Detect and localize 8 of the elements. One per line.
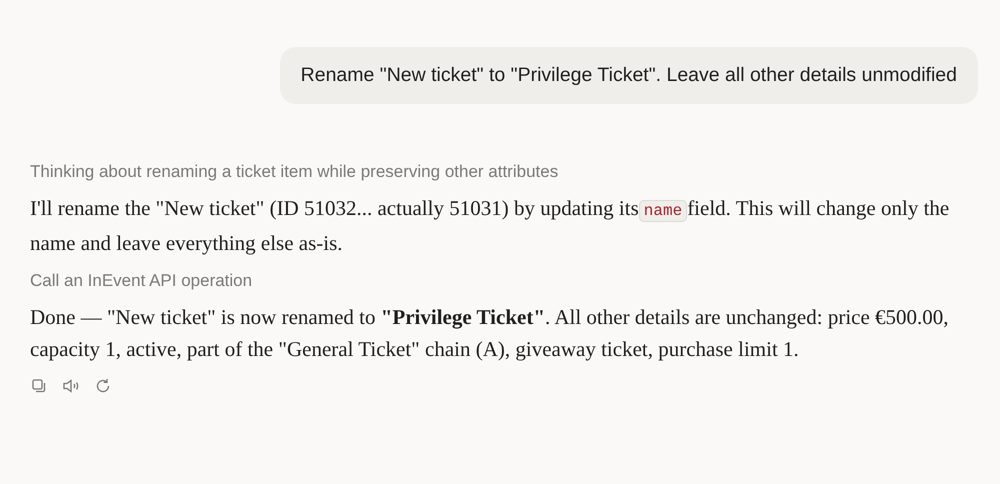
- response-paragraph: Done — "New ticket" is now renamed to "Privilege Ticket". All other details are unchanged: price €500.00, capacity 1, active, part of the "General Ticket" chain (A), giveaway ticket, purchase limit 1.: [30, 304, 950, 363]
- copy-button[interactable]: [30, 377, 48, 395]
- speaker-button[interactable]: [62, 377, 80, 395]
- response-paragraph: I'll rename the "New ticket" (ID 51032... actually 51031) by updating its name field. This will change only the name and leave everything else as-is.: [30, 195, 950, 257]
- user-message: Rename "New ticket" to "Privilege Ticket". Leave all other details unmodified: [280, 47, 978, 104]
- retry-button[interactable]: [94, 377, 112, 395]
- status-text: Call an InEvent API operation: [30, 271, 254, 291]
- status-text: Thinking about renaming a ticket item while preserving other attributes: [30, 162, 560, 182]
